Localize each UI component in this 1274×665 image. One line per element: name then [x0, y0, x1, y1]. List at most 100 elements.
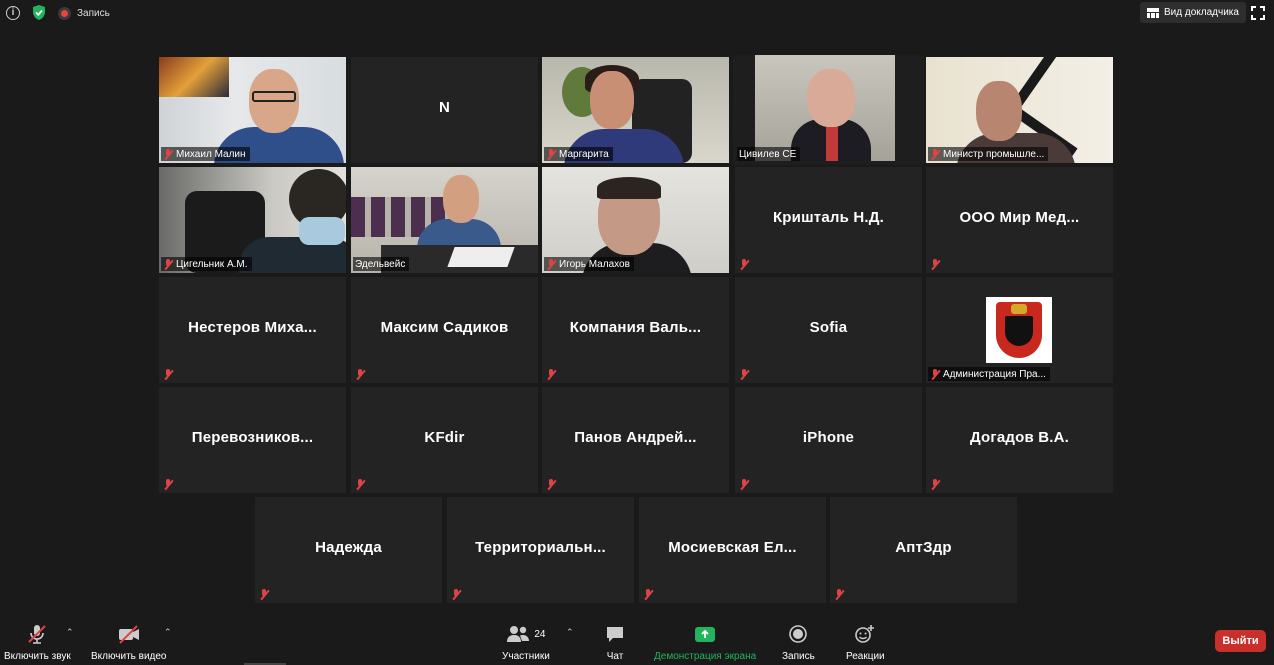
participants-count: 24 [534, 628, 546, 640]
mic-muted-icon [643, 588, 653, 600]
participant-tile[interactable]: Маргарита [542, 57, 729, 163]
participant-label [257, 587, 273, 601]
participant-label: Игорь Малахов [544, 257, 634, 271]
participant-tile[interactable]: Кришталь Н.Д. [735, 167, 922, 273]
mic-muted-icon [739, 478, 749, 490]
participant-tile[interactable]: Министр промышле... [926, 57, 1113, 163]
start-video-button[interactable]: Включить видео [91, 623, 167, 662]
share-screen-button[interactable]: Демонстрация экрана [654, 623, 756, 662]
mic-muted-icon [546, 478, 556, 490]
mic-muted-icon [930, 478, 940, 490]
mic-muted-icon [259, 588, 269, 600]
participant-name: Маргарита [559, 148, 609, 160]
participant-name: Кришталь Н.Д. [772, 209, 885, 226]
participant-label: Маргарита [544, 147, 613, 161]
reactions-label: Реакции [846, 651, 885, 662]
mic-muted-icon [930, 258, 940, 270]
participant-label [449, 587, 465, 601]
participant-name: Надежда [315, 539, 382, 556]
participant-name: Мосиевская Ел... [668, 539, 797, 556]
participant-tile[interactable]: Михаил Малин [159, 57, 346, 163]
mic-muted-icon [739, 258, 749, 270]
participant-tile[interactable]: Администрация Пра... [926, 277, 1113, 383]
camera-off-icon [118, 625, 139, 644]
participant-label: Цигельник А.М. [161, 257, 252, 271]
chevron-up-icon[interactable]: ⌃ [164, 627, 172, 638]
participant-tile[interactable]: Цигельник А.М. [159, 167, 346, 273]
participant-name: Панов Андрей... [574, 429, 697, 446]
participant-tile[interactable]: Перевозников... [159, 387, 346, 493]
participant-label [832, 587, 848, 601]
mic-muted-icon [163, 258, 173, 270]
participant-tile[interactable]: KFdir [351, 387, 538, 493]
record-label: Запись [782, 651, 815, 662]
participant-name: Эдельвейс [355, 258, 406, 270]
participant-name: Sofia [809, 319, 848, 336]
leave-button[interactable]: Выйти [1215, 630, 1266, 652]
mic-muted-icon [546, 258, 556, 270]
mic-muted-icon [451, 588, 461, 600]
participant-tile[interactable]: Панов Андрей... [542, 387, 729, 493]
participant-label: Михаил Малин [161, 147, 250, 161]
participant-name: ООО Мир Мед... [959, 209, 1080, 226]
participant-tile[interactable]: Компания Валь... [542, 277, 729, 383]
participant-tile-active-speaker[interactable]: Цивилев СЕ [733, 55, 924, 165]
chat-label: Чат [606, 651, 624, 662]
record-icon [789, 625, 808, 643]
participant-label [641, 587, 657, 601]
mic-muted-icon [355, 478, 365, 490]
participant-tile[interactable]: N [351, 57, 538, 163]
participant-tile[interactable]: Мосиевская Ел... [639, 497, 826, 603]
mic-muted-icon [28, 625, 47, 644]
participant-name: N [438, 99, 451, 116]
participant-label [928, 477, 944, 491]
mic-muted-icon [546, 148, 556, 160]
unmute-label: Включить звук [4, 651, 71, 662]
share-screen-icon [695, 626, 716, 642]
participants-icon [507, 626, 530, 642]
participant-name: АптЗдр [895, 539, 952, 556]
chevron-up-icon[interactable]: ⌃ [66, 627, 74, 638]
participant-name: Цигельник А.М. [176, 258, 248, 270]
participant-tile[interactable]: Максим Садиков [351, 277, 538, 383]
participants-label: Участники [502, 651, 550, 662]
participant-name: Территориальн... [475, 539, 606, 556]
participant-tile[interactable]: Sofia [735, 277, 922, 383]
record-button[interactable]: Запись [782, 623, 815, 662]
unmute-button[interactable]: Включить звук [4, 623, 71, 662]
participant-tile[interactable]: Игорь Малахов [542, 167, 729, 273]
participant-tile[interactable]: Надежда [255, 497, 442, 603]
participant-tile[interactable]: АптЗдр [830, 497, 1017, 603]
coat-of-arms-icon [986, 297, 1052, 363]
participant-tile[interactable]: Нестеров Миха... [159, 277, 346, 383]
participant-label [737, 477, 753, 491]
participant-name: Администрация Пра... [943, 368, 1046, 380]
participant-name: Максим Садиков [380, 319, 509, 336]
participant-tile[interactable]: iPhone [735, 387, 922, 493]
smiley-plus-icon [855, 625, 875, 643]
participant-label [544, 367, 560, 381]
participant-name: Цивилев СЕ [739, 148, 797, 160]
chevron-up-icon[interactable]: ⌃ [566, 627, 574, 638]
participant-tile[interactable]: ООО Мир Мед... [926, 167, 1113, 273]
mic-muted-icon [739, 368, 749, 380]
participant-label [161, 477, 177, 491]
participant-name: Перевозников... [191, 429, 314, 446]
gallery-grid: Михаил Малин N Маргарита Цивилев СЕ Мини… [0, 0, 1274, 665]
mic-muted-icon [834, 588, 844, 600]
participant-label: Администрация Пра... [928, 367, 1050, 381]
participant-tile[interactable]: Догадов В.А. [926, 387, 1113, 493]
mic-muted-icon [163, 368, 173, 380]
mic-muted-icon [163, 148, 173, 160]
participant-label [737, 257, 753, 271]
participants-button[interactable]: 24 Участники [502, 623, 550, 662]
participant-name: KFdir [424, 429, 465, 446]
participant-tile[interactable]: Территориальн... [447, 497, 634, 603]
participant-label: Министр промышле... [928, 147, 1049, 161]
participant-tile[interactable]: Эдельвейс [351, 167, 538, 273]
reactions-button[interactable]: Реакции [846, 623, 885, 662]
chat-button[interactable]: Чат [605, 623, 625, 662]
mic-muted-icon [355, 368, 365, 380]
mic-muted-icon [930, 368, 940, 380]
participant-label: Цивилев СЕ [737, 147, 801, 161]
